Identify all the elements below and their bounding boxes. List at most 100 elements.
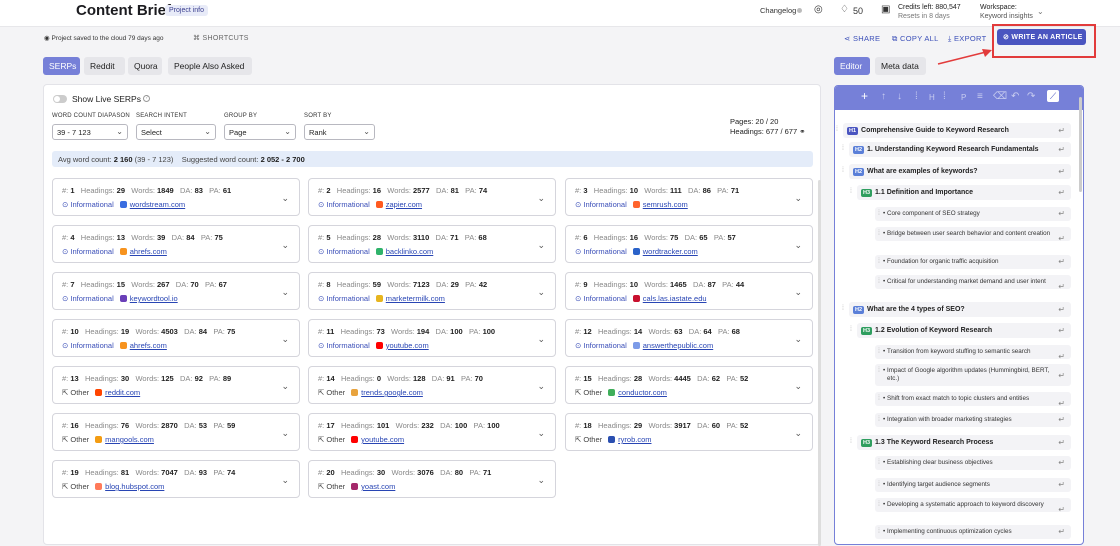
- magic-wand-icon[interactable]: ⟋: [1047, 90, 1059, 102]
- tab-meta-data[interactable]: Meta data: [875, 57, 926, 75]
- serp-card[interactable]: #: 16 Headings: 76 Words: 2870 DA: 53 PA…: [52, 413, 300, 451]
- drag-handle-icon[interactable]: ⁞: [878, 416, 880, 424]
- return-icon[interactable]: ↵: [1058, 481, 1065, 489]
- tab-editor[interactable]: Editor: [834, 57, 870, 75]
- drag-handle-icon[interactable]: ⁞: [878, 210, 880, 218]
- serp-card[interactable]: #: 18 Headings: 29 Words: 3917 DA: 60 PA…: [565, 413, 813, 451]
- domain-link[interactable]: ahrefs.com: [130, 341, 167, 350]
- outline-bullet[interactable]: ⁞ • Implementing continuous optimization c…: [875, 525, 1071, 539]
- outline-bullet[interactable]: ⁞ • Impact of Google algorithm updates (Hu…: [875, 364, 1071, 386]
- return-icon[interactable]: ↵: [1058, 258, 1065, 266]
- return-icon[interactable]: ↵: [1058, 283, 1065, 291]
- chevron-down-icon[interactable]: ⌄: [537, 381, 545, 392]
- sort-by-select[interactable]: Rank ⌄: [304, 124, 375, 140]
- drag-handle-icon[interactable]: ⁞: [842, 167, 844, 174]
- return-icon[interactable]: ↵: [1058, 167, 1065, 176]
- outline-bullet[interactable]: ⁞ • Developing a systematic approach to ke…: [875, 498, 1071, 514]
- domain-link[interactable]: wordstream.com: [130, 200, 185, 209]
- domain-link[interactable]: backlinko.com: [386, 247, 434, 256]
- outline-bullet[interactable]: ⁞ • Integration with broader marketing str…: [875, 413, 1071, 427]
- tab-quora[interactable]: Quora: [128, 57, 162, 75]
- chevron-down-icon[interactable]: ⌄: [794, 287, 802, 298]
- outline-heading-h1[interactable]: ⁞ H1 Comprehensive Guide to Keyword Resear…: [836, 123, 1071, 138]
- domain-link[interactable]: cals.las.iastate.edu: [643, 294, 707, 303]
- word-count-select[interactable]: 39 - 7 123 ⌄: [52, 124, 128, 140]
- serp-card[interactable]: #: 11 Headings: 73 Words: 194 DA: 100 PA…: [308, 319, 556, 357]
- domain-link[interactable]: wordtracker.com: [643, 247, 698, 256]
- domain-link[interactable]: trends.google.com: [361, 388, 423, 397]
- return-icon[interactable]: ↵: [1058, 416, 1065, 424]
- drag-handle-icon[interactable]: ⁞: [878, 481, 880, 489]
- changelog-link[interactable]: Changelog: [760, 6, 796, 15]
- outline-bullet[interactable]: ⁞ • Identifying target audience segments ↵: [875, 478, 1071, 492]
- share-button[interactable]: ⋖ SHARE: [844, 34, 880, 43]
- drag-handle-icon[interactable]: ⁞: [850, 438, 852, 445]
- chevron-down-icon[interactable]: ⌄: [281, 428, 289, 439]
- chevron-down-icon[interactable]: ⌄: [281, 287, 289, 298]
- outline-bullet[interactable]: ⁞ • Shift from exact match to topic cluste…: [875, 392, 1071, 408]
- serp-card[interactable]: #: 7 Headings: 15 Words: 267 DA: 70 PA: …: [52, 272, 300, 310]
- chevron-down-icon[interactable]: ⌄: [794, 381, 802, 392]
- return-icon[interactable]: ↵: [1058, 210, 1065, 218]
- serp-card[interactable]: #: 5 Headings: 28 Words: 3110 DA: 71 PA:…: [308, 225, 556, 263]
- domain-link[interactable]: ryrob.com: [618, 435, 651, 444]
- workspace-selector[interactable]: Workspace: Keyword insights: [980, 3, 1033, 21]
- outline-heading-h2[interactable]: ⁞ H2 What are examples of keywords? ↵: [842, 164, 1071, 179]
- serp-card[interactable]: #: 4 Headings: 13 Words: 39 DA: 84 PA: 7…: [52, 225, 300, 263]
- paragraph-icon[interactable]: P: [961, 93, 966, 102]
- return-icon[interactable]: ↵: [1058, 353, 1065, 361]
- chevron-down-icon[interactable]: ⌄: [794, 240, 802, 251]
- arrow-down-icon[interactable]: ↓: [897, 91, 902, 102]
- trash-icon[interactable]: ⌫: [993, 91, 1007, 102]
- drag-handle-icon[interactable]: ⁞: [878, 367, 880, 375]
- chevron-down-icon[interactable]: ⌄: [537, 193, 545, 204]
- drag-handle-icon[interactable]: ⁞: [842, 305, 844, 312]
- domain-link[interactable]: semrush.com: [643, 200, 688, 209]
- serp-card[interactable]: #: 15 Headings: 28 Words: 4445 DA: 62 PA…: [565, 366, 813, 404]
- domain-link[interactable]: conductor.com: [618, 388, 667, 397]
- return-icon[interactable]: ↵: [1058, 528, 1065, 536]
- serp-card[interactable]: #: 17 Headings: 101 Words: 232 DA: 100 P…: [308, 413, 556, 451]
- group-by-select[interactable]: Page ⌄: [224, 124, 296, 140]
- drag-handle-icon[interactable]: ⁞: [878, 528, 880, 536]
- serp-card[interactable]: #: 1 Headings: 29 Words: 1849 DA: 83 PA:…: [52, 178, 300, 216]
- domain-link[interactable]: answerthepublic.com: [643, 341, 713, 350]
- chevron-down-icon[interactable]: ⌄: [537, 428, 545, 439]
- return-icon[interactable]: ↵: [1058, 145, 1065, 154]
- add-icon[interactable]: +: [861, 89, 868, 103]
- serp-card[interactable]: #: 19 Headings: 81 Words: 7047 DA: 93 PA…: [52, 460, 300, 498]
- chevron-down-icon[interactable]: ⌄: [281, 334, 289, 345]
- outline-heading-h3[interactable]: ⁞ H3 1.2 Evolution of Keyword Research ↵: [850, 323, 1071, 338]
- outline-bullet[interactable]: ⁞ • Transition from keyword stuffing to se…: [875, 345, 1071, 361]
- serp-card[interactable]: #: 9 Headings: 10 Words: 1465 DA: 87 PA:…: [565, 272, 813, 310]
- outline-bullet[interactable]: ⁞ • Foundation for organic traffic acquisi…: [875, 255, 1071, 269]
- outline-bullet[interactable]: ⁞ • Core component of SEO strategy ↵: [875, 207, 1071, 221]
- live-serps-toggle[interactable]: [53, 95, 67, 103]
- drag-handle-icon[interactable]: ⁞: [878, 501, 880, 509]
- search-intent-select[interactable]: Select ⌄: [136, 124, 216, 140]
- serp-card[interactable]: #: 12 Headings: 14 Words: 63 DA: 64 PA: …: [565, 319, 813, 357]
- drag-handle-icon[interactable]: ⁞: [850, 326, 852, 333]
- scrollbar[interactable]: [818, 180, 821, 546]
- serp-card[interactable]: #: 20 Headings: 30 Words: 3076 DA: 80 PA…: [308, 460, 556, 498]
- domain-link[interactable]: marketermilk.com: [386, 294, 445, 303]
- domain-link[interactable]: reddit.com: [105, 388, 140, 397]
- serp-card[interactable]: #: 13 Headings: 30 Words: 125 DA: 92 PA:…: [52, 366, 300, 404]
- copy-all-button[interactable]: ⧉ COPY ALL: [892, 34, 939, 44]
- chevron-down-icon[interactable]: ⌄: [281, 193, 289, 204]
- return-icon[interactable]: ↵: [1058, 326, 1065, 335]
- return-icon[interactable]: ↵: [1058, 506, 1065, 514]
- bell-icon[interactable]: ♢: [840, 4, 849, 15]
- outline-heading-h2[interactable]: ⁞ H2 What are the 4 types of SEO? ↵: [842, 302, 1071, 317]
- return-icon[interactable]: ↵: [1058, 372, 1065, 380]
- tab-people-also-asked[interactable]: People Also Asked: [168, 57, 252, 75]
- chevron-down-icon[interactable]: ⌄: [281, 475, 289, 486]
- outline-bullet[interactable]: ⁞ • Critical for understanding market dema…: [875, 275, 1071, 291]
- drag-handle-icon[interactable]: ⁞: [878, 278, 880, 286]
- tab-serps[interactable]: SERPs: [43, 57, 80, 75]
- serp-card[interactable]: #: 2 Headings: 16 Words: 2577 DA: 81 PA:…: [308, 178, 556, 216]
- chevron-down-icon[interactable]: ⌄: [537, 334, 545, 345]
- domain-link[interactable]: yoast.com: [361, 482, 395, 491]
- shortcuts-button[interactable]: ⌘ SHORTCUTS: [193, 34, 249, 42]
- chevron-down-icon[interactable]: ⌄: [794, 428, 802, 439]
